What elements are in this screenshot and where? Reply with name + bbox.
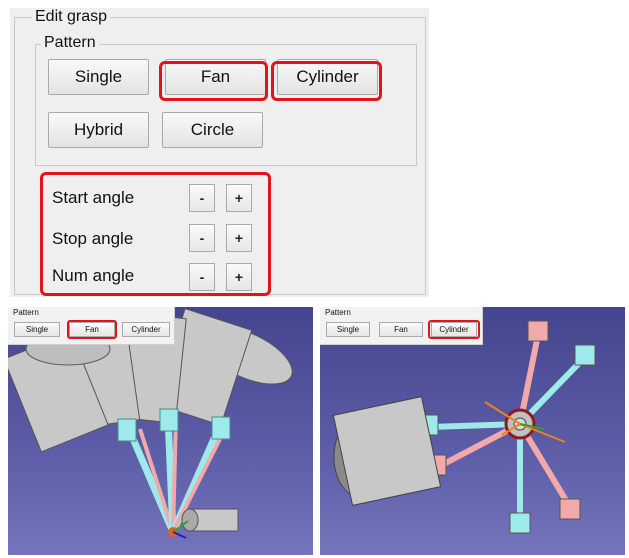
fan-view-cylinder-button[interactable]: Cylinder: [122, 322, 170, 337]
start-angle-plus-button[interactable]: +: [226, 184, 252, 212]
cylinder-pattern-viewport[interactable]: Pattern Single Fan Cylinder: [320, 307, 625, 555]
pattern-legend: Pattern: [41, 34, 99, 52]
fan-button[interactable]: Fan: [165, 59, 266, 95]
target-object-end: [181, 508, 199, 532]
edit-grasp-panel: Edit grasp Pattern Single Fan Cylinder H…: [10, 8, 429, 297]
circle-button[interactable]: Circle: [162, 112, 263, 148]
gripper-body: [332, 396, 442, 506]
finger-tip-block: [527, 320, 549, 342]
num-angle-plus-button[interactable]: +: [226, 263, 252, 291]
fan-view-pattern-overlay: Pattern Single Fan Cylinder: [8, 307, 175, 345]
finger-tip-block: [211, 416, 231, 440]
num-angle-minus-button[interactable]: -: [189, 263, 215, 291]
cylinder-view-single-button[interactable]: Single: [326, 322, 370, 337]
start-angle-minus-button[interactable]: -: [189, 184, 215, 212]
fan-view-pattern-legend: Pattern: [13, 308, 39, 317]
stop-angle-label: Stop angle: [52, 229, 134, 248]
cylinder-view-fan-button[interactable]: Fan: [379, 322, 423, 337]
finger-tip-block: [117, 418, 137, 442]
stop-angle-minus-button[interactable]: -: [189, 224, 215, 252]
hybrid-button[interactable]: Hybrid: [48, 112, 149, 148]
cylinder-view-cylinder-highlight: [428, 320, 480, 339]
finger-tip-block: [159, 408, 179, 432]
edit-grasp-title: Edit grasp: [32, 8, 111, 26]
finger-tip-block: [559, 498, 581, 520]
stop-angle-plus-button[interactable]: +: [226, 224, 252, 252]
cylinder-button[interactable]: Cylinder: [277, 59, 378, 95]
fan-pattern-viewport[interactable]: Pattern Single Fan Cylinder: [8, 307, 313, 555]
finger-tip-block: [509, 512, 531, 534]
cylinder-view-pattern-legend: Pattern: [325, 308, 351, 317]
start-angle-label: Start angle: [52, 188, 135, 207]
fan-view-single-button[interactable]: Single: [14, 322, 60, 337]
fan-view-fan-highlight: [67, 320, 117, 339]
num-angle-label: Num angle: [52, 266, 135, 285]
finger-tip-block: [574, 344, 596, 366]
single-button[interactable]: Single: [48, 59, 149, 95]
cylinder-view-pattern-overlay: Pattern Single Fan Cylinder: [320, 307, 483, 345]
